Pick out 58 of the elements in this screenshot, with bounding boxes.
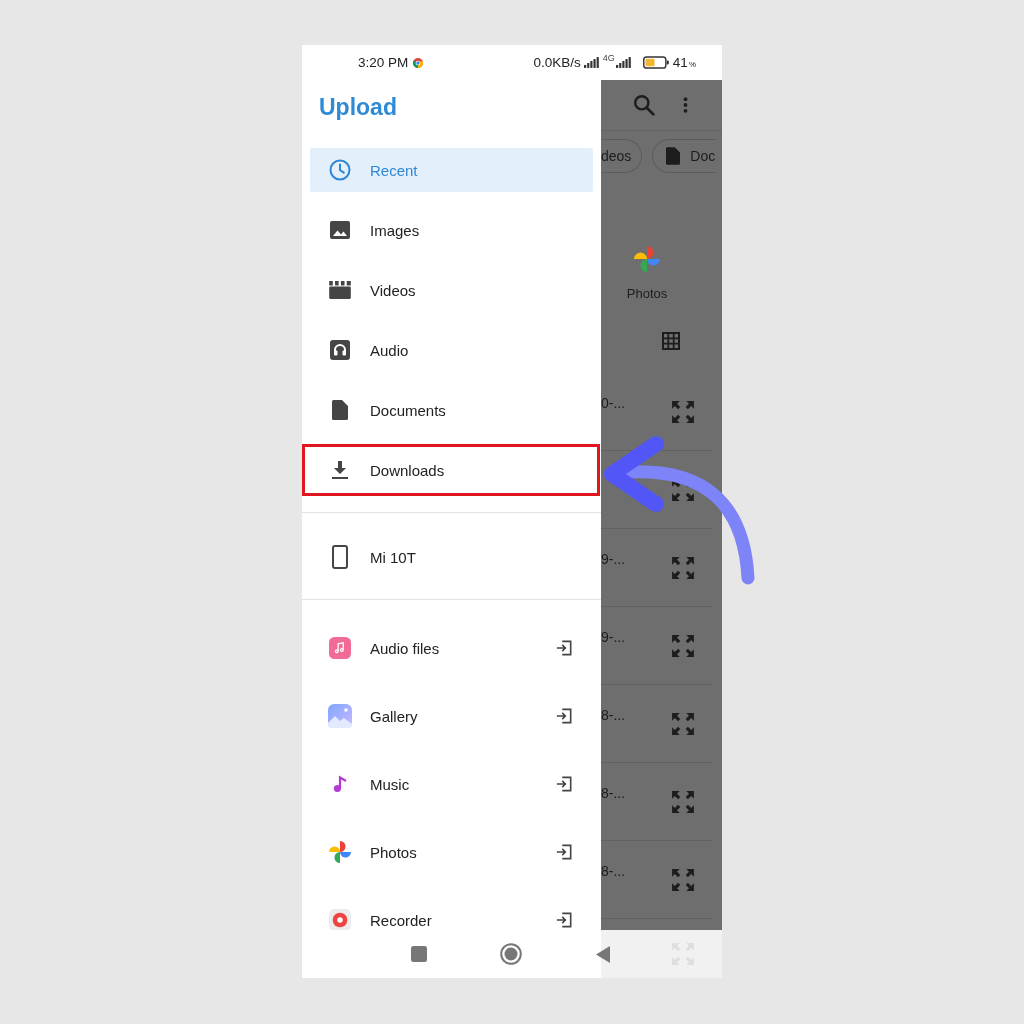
- download-icon: [332, 461, 348, 479]
- landscape-icon: [328, 704, 352, 728]
- battery-percent: 41: [672, 55, 688, 70]
- triangle-icon: [596, 945, 610, 963]
- square-icon: [411, 946, 427, 962]
- drawer-item[interactable]: Photos: [310, 826, 593, 878]
- search-icon[interactable]: [633, 94, 655, 116]
- battery-icon: [642, 56, 669, 69]
- data-speed: 0.0KB/s: [533, 55, 581, 70]
- more-icon[interactable]: [683, 96, 688, 114]
- document-icon: [332, 400, 348, 420]
- music-note-icon: [329, 637, 351, 659]
- drawer-item[interactable]: Gallery: [310, 690, 593, 742]
- signal-icon: [615, 57, 631, 68]
- phone-icon: [332, 545, 348, 569]
- enter-icon: [556, 640, 572, 656]
- drawer-item[interactable]: Audio files: [310, 622, 593, 674]
- expand-icon: [671, 399, 695, 424]
- expand-icon: [671, 633, 695, 658]
- enter-icon: [556, 912, 572, 928]
- network-type: 4G: [602, 54, 615, 63]
- drawer-item[interactable]: Downloads: [302, 444, 600, 496]
- drawer-item[interactable]: Videos: [310, 268, 593, 312]
- shortcut-label: Photos: [626, 286, 668, 302]
- document-icon: [666, 147, 681, 165]
- clapperboard-icon: [329, 281, 351, 299]
- browser-icon: [413, 57, 424, 68]
- file-name: 8-...: [601, 863, 626, 879]
- drawer-item[interactable]: Audio: [310, 328, 593, 372]
- ring-icon: [500, 943, 522, 965]
- drawer-item[interactable]: Images: [310, 208, 593, 252]
- file-name: 9-...: [601, 551, 626, 567]
- pinwheel-icon: [634, 246, 660, 272]
- file-name: 8-...: [601, 785, 626, 801]
- expand-icon: [671, 789, 695, 814]
- enter-icon: [556, 844, 572, 860]
- home-button[interactable]: [499, 942, 523, 966]
- expand-icon: [671, 867, 695, 892]
- image-icon: [330, 221, 350, 239]
- expand-icon: [671, 711, 695, 736]
- drawer-title: Upload: [319, 94, 397, 120]
- drawer-item[interactable]: Mi 10T: [310, 535, 593, 579]
- drawer-item[interactable]: Documents: [310, 388, 593, 432]
- file-name: 8-...: [601, 707, 626, 723]
- headphones-icon: [330, 340, 350, 360]
- enter-icon: [556, 776, 572, 792]
- file-name: 9-...: [601, 629, 626, 645]
- pinwheel-icon: [329, 841, 351, 863]
- enter-icon: [556, 708, 572, 724]
- clock-icon: [329, 159, 351, 181]
- file-name: 0-...: [601, 395, 626, 411]
- expand-icon: [671, 555, 695, 580]
- signal-icon: [583, 57, 599, 68]
- drawer-item[interactable]: Music: [310, 758, 593, 810]
- grid-icon[interactable]: [662, 332, 680, 350]
- music-note-icon: [333, 775, 347, 793]
- status-time: 3:20 PM: [358, 55, 409, 70]
- percent-sign: %: [688, 60, 696, 69]
